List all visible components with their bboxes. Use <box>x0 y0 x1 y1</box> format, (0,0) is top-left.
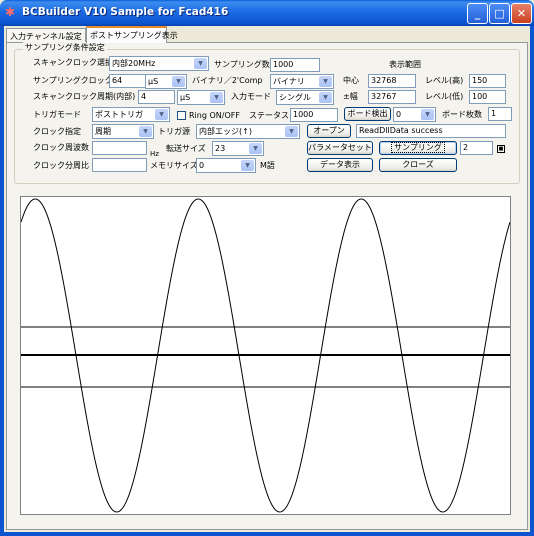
chevron-down-icon: ▼ <box>155 109 168 120</box>
chevron-down-icon: ▼ <box>249 143 262 154</box>
board-detect-button-label: ボード検出 <box>347 109 388 118</box>
message-field: ReadDllData success <box>356 124 506 138</box>
close-button[interactable]: ✕ <box>511 3 532 24</box>
scan-clock-period-unit-select[interactable]: μS ▼ <box>177 90 225 105</box>
transfer-size-value: 23 <box>215 144 226 153</box>
scan-clock-period-label: スキャンクロック周期(内部) <box>33 92 136 101</box>
close-dialog-button-label: クローズ <box>402 160 434 169</box>
trigger-source-select[interactable]: 内部エッジ(↑) ▼ <box>196 124 300 139</box>
clock-freq-input[interactable] <box>92 141 147 155</box>
memory-size-select[interactable]: 0 ▼ <box>196 158 256 173</box>
chevron-down-icon: ▼ <box>241 160 254 171</box>
minimize-button[interactable]: _ <box>467 3 488 24</box>
scan-clock-select-label: スキャンクロック選択 <box>33 58 113 67</box>
sampling-button-label: サンプリング <box>391 142 445 153</box>
board-detect-value: 0 <box>396 110 402 119</box>
binary-2comp-select[interactable]: バイナリ ▼ <box>270 74 334 89</box>
tab-label: 入力チャンネル設定 <box>10 32 82 41</box>
tab-post-sampling[interactable]: ポストサンプリング表示 <box>86 26 178 43</box>
trigger-mode-select[interactable]: ポストトリガ ▼ <box>92 107 170 122</box>
clock-spec-select[interactable]: 周期 ▼ <box>92 124 154 139</box>
sampling-count-field[interactable]: 2 <box>460 141 493 155</box>
chevron-down-icon: ▼ <box>139 126 152 137</box>
tab-input-channel[interactable]: 入力チャンネル設定 <box>6 28 86 43</box>
status-field: 1000 <box>290 108 338 122</box>
display-range-label: 表示範囲 <box>389 60 421 69</box>
plus-minus-width-label: ±幅 <box>343 92 358 101</box>
app-icon: ✱ <box>5 5 16 19</box>
chevron-down-icon: ▼ <box>194 58 207 69</box>
trigger-mode-value: ポストトリガ <box>95 110 143 119</box>
level-low-label: レベル(低) <box>425 92 464 101</box>
clock-spec-label: クロック指定 <box>33 127 81 136</box>
board-count-field: 1 <box>488 107 512 121</box>
tab-label: ポストサンプリング表示 <box>90 31 178 40</box>
open-button-label: オープン <box>313 126 345 135</box>
sampling-clock-unit-select[interactable]: μS ▼ <box>145 74 187 89</box>
sampling-clock-label: サンプリングクロック <box>33 76 113 85</box>
binary-2comp-value: バイナリ <box>273 77 305 86</box>
clock-spec-value: 周期 <box>95 127 111 136</box>
binary-2comp-label: バイナリ／2'Comp <box>192 76 263 85</box>
close-dialog-button[interactable]: クローズ <box>379 158 457 172</box>
scan-clock-select[interactable]: 内部20MHz ▼ <box>109 56 209 71</box>
maximize-button[interactable]: □ <box>489 3 510 24</box>
ring-checkbox[interactable] <box>177 111 186 120</box>
trigger-source-value: 内部エッジ(↑) <box>199 127 252 136</box>
title-bar[interactable]: ✱ BCBuilder V10 Sample for Fcad416 _ □ ✕ <box>0 0 534 26</box>
input-mode-label: 入力モード <box>231 92 271 101</box>
sampling-button[interactable]: サンプリング <box>379 141 457 155</box>
clock-divide-input[interactable] <box>92 158 147 172</box>
center-input[interactable]: 32768 <box>368 74 416 88</box>
memory-size-label: メモリサイズ <box>150 161 198 170</box>
param-set-button[interactable]: パラメータセット <box>307 141 373 155</box>
board-count-label: ボード枚数 <box>442 110 482 119</box>
param-set-button-label: パラメータセット <box>308 143 372 152</box>
waveform-plot <box>20 196 511 515</box>
scan-clock-period-input[interactable]: 4 <box>138 90 175 104</box>
board-detect-button[interactable]: ボード検出 <box>344 107 391 121</box>
chevron-down-icon: ▼ <box>172 76 185 87</box>
sample-count-label: サンプリング数 <box>214 60 270 69</box>
input-mode-select[interactable]: シングル ▼ <box>276 90 334 105</box>
status-label: ステータス <box>249 111 289 120</box>
plus-minus-width-input[interactable]: 32767 <box>368 90 416 104</box>
data-display-button-label: データ表示 <box>320 160 360 169</box>
open-button[interactable]: オープン <box>307 124 351 138</box>
transfer-size-select[interactable]: 23 ▼ <box>212 141 264 156</box>
ring-label: Ring ON/OFF <box>189 111 240 120</box>
center-label: 中心 <box>343 76 359 85</box>
scan-clock-select-value: 内部20MHz <box>112 59 156 68</box>
input-mode-value: シングル <box>279 93 311 102</box>
level-high-label: レベル(高) <box>425 76 464 85</box>
sampling-clock-input[interactable]: 64 <box>109 74 147 88</box>
clock-freq-label: クロック周波数 <box>33 143 89 152</box>
window-title: BCBuilder V10 Sample for Fcad416 <box>22 6 229 18</box>
clock-freq-unit: Hz <box>150 150 159 158</box>
level-high-input[interactable]: 150 <box>469 74 506 88</box>
chevron-down-icon: ▼ <box>210 92 223 103</box>
chevron-down-icon: ▼ <box>319 76 332 87</box>
scan-clock-period-unit-value: μS <box>180 93 191 102</box>
chevron-down-icon: ▼ <box>285 126 298 137</box>
memory-size-value: 0 <box>199 161 205 170</box>
clock-divide-label: クロック分周比 <box>33 161 89 170</box>
sampling-clock-unit-value: μS <box>148 77 159 86</box>
level-low-input[interactable]: 100 <box>469 90 506 104</box>
trigger-source-label: トリガ源 <box>158 127 190 136</box>
square-icon: ■ <box>497 145 505 153</box>
waveform-svg <box>20 198 511 513</box>
sample-count-input[interactable]: 1000 <box>270 58 320 72</box>
board-detect-select[interactable]: 0 ▼ <box>393 107 436 122</box>
memory-size-unit: M語 <box>260 161 275 170</box>
chevron-down-icon: ▼ <box>319 92 332 103</box>
chevron-down-icon: ▼ <box>421 109 434 120</box>
group-legend: サンプリング条件設定 <box>23 42 107 53</box>
trigger-mode-label: トリガモード <box>33 110 81 119</box>
data-display-button[interactable]: データ表示 <box>307 158 373 172</box>
transfer-size-label: 転送サイズ <box>166 144 206 153</box>
